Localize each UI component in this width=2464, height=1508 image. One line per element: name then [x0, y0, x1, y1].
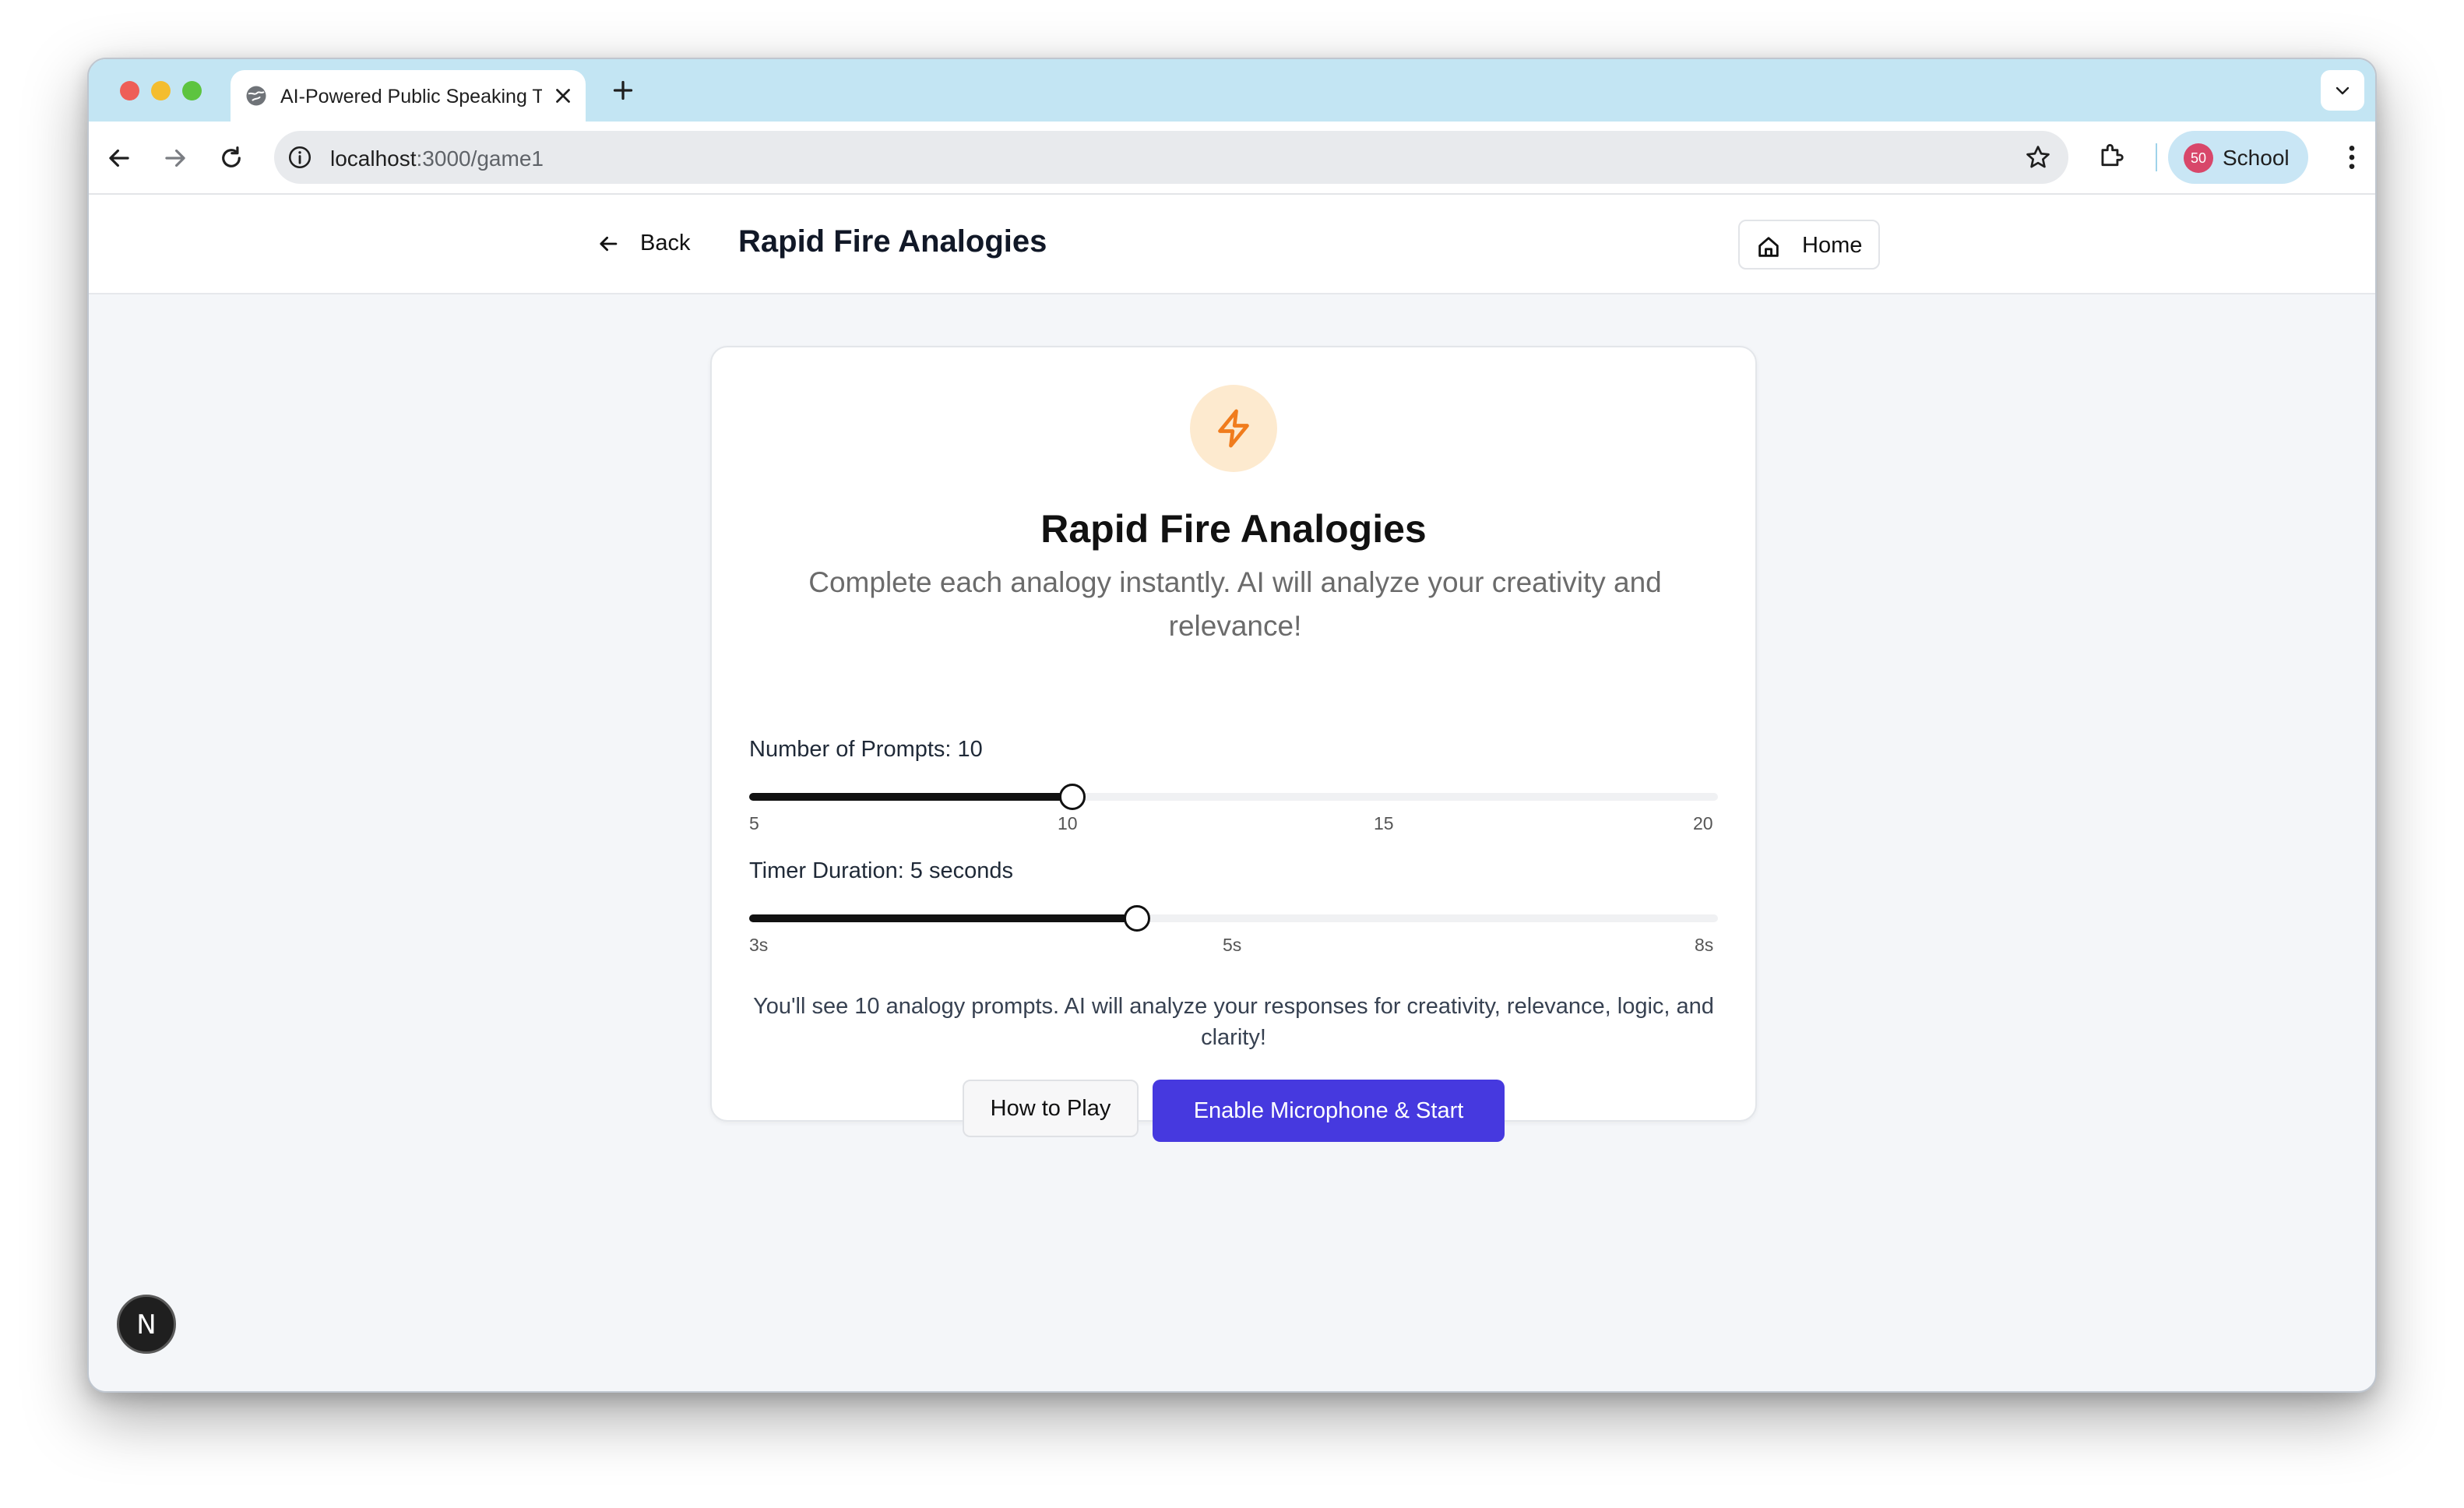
address-bar[interactable]: localhost:3000/game1: [274, 131, 2068, 184]
browser-toolbar: localhost:3000/game1 50 School: [89, 122, 2375, 195]
home-icon: [1758, 237, 1779, 257]
timer-tick: 3s: [749, 935, 769, 955]
nextjs-dev-badge[interactable]: N: [117, 1295, 176, 1354]
back-arrow-icon[interactable]: [104, 143, 134, 173]
game-setup-card: Rapid Fire Analogies Complete each analo…: [710, 346, 1757, 1142]
extensions-puzzle-icon[interactable]: [2096, 140, 2126, 170]
prompts-tick: 5: [749, 813, 759, 833]
home-button[interactable]: Home: [1738, 220, 1880, 270]
maximize-window-button[interactable]: [182, 81, 202, 100]
timer-tick: 8s: [1695, 935, 1714, 955]
app-header: Back Rapid Fire Analogies Home: [89, 195, 2375, 294]
toolbar-separator: [2156, 143, 2157, 171]
back-label: Back: [640, 231, 691, 255]
profile-button[interactable]: 50 School: [2168, 131, 2308, 184]
timer-slider[interactable]: [749, 905, 1718, 932]
minimize-window-button[interactable]: [151, 81, 171, 100]
game-description: Complete each analogy instantly. AI will…: [808, 566, 1662, 642]
game-icon-badge: [1190, 385, 1277, 472]
chevron-down-icon: [2336, 86, 2350, 95]
prompts-slider-fill: [749, 793, 1072, 801]
profile-label: School: [2223, 146, 2290, 170]
timer-slider-label: Timer Duration: 5 seconds: [749, 858, 1014, 883]
browser-menu-icon[interactable]: [2336, 142, 2367, 173]
timer-slider-fill: [749, 914, 1137, 922]
reload-icon[interactable]: [216, 143, 246, 173]
prompts-tick: 20: [1693, 813, 1713, 833]
how-to-play-button[interactable]: How to Play: [963, 1080, 1139, 1137]
page-title: Rapid Fire Analogies: [738, 224, 1047, 259]
tab-search-button[interactable]: [2321, 70, 2364, 111]
globe-icon: [246, 86, 266, 106]
game-summary: You'll see 10 analogy prompts. AI will a…: [753, 994, 1714, 1050]
arrow-left-icon: [600, 236, 618, 252]
tab-bar: AI-Powered Public Speaking Tr: [89, 59, 2375, 122]
prompts-tick: 10: [1058, 813, 1078, 833]
tab-title: AI-Powered Public Speaking Tr: [280, 86, 542, 107]
profile-avatar: 50: [2184, 143, 2213, 173]
close-window-button[interactable]: [120, 81, 139, 100]
prompts-slider[interactable]: [749, 784, 1718, 810]
bookmark-star-icon[interactable]: [2023, 143, 2053, 172]
enable-microphone-start-button[interactable]: Enable Microphone & Start: [1153, 1080, 1505, 1142]
prompts-slider-thumb[interactable]: [1058, 784, 1086, 810]
prompts-tick: 15: [1374, 813, 1394, 833]
url-host: localhost: [330, 146, 417, 171]
url-path: :3000/game1: [416, 146, 544, 171]
nextjs-logo-icon: N: [136, 1309, 157, 1341]
lightning-bolt-icon: [1218, 409, 1249, 448]
timer-tick: 5s: [1223, 935, 1242, 955]
game-title: Rapid Fire Analogies: [1040, 507, 1427, 551]
site-info-icon[interactable]: [287, 144, 313, 171]
close-tab-icon[interactable]: [551, 84, 575, 107]
home-label: Home: [1802, 233, 1863, 258]
timer-slider-thumb[interactable]: [1123, 905, 1150, 932]
prompts-slider-label: Number of Prompts: 10: [749, 737, 983, 762]
url-text: localhost:3000/game1: [330, 146, 544, 171]
forward-arrow-icon[interactable]: [160, 143, 190, 173]
browser-window: AI-Powered Public Speaking Tr localhost:…: [87, 58, 2377, 1393]
new-tab-icon[interactable]: [609, 76, 637, 104]
browser-tab[interactable]: AI-Powered Public Speaking Tr: [231, 70, 586, 122]
